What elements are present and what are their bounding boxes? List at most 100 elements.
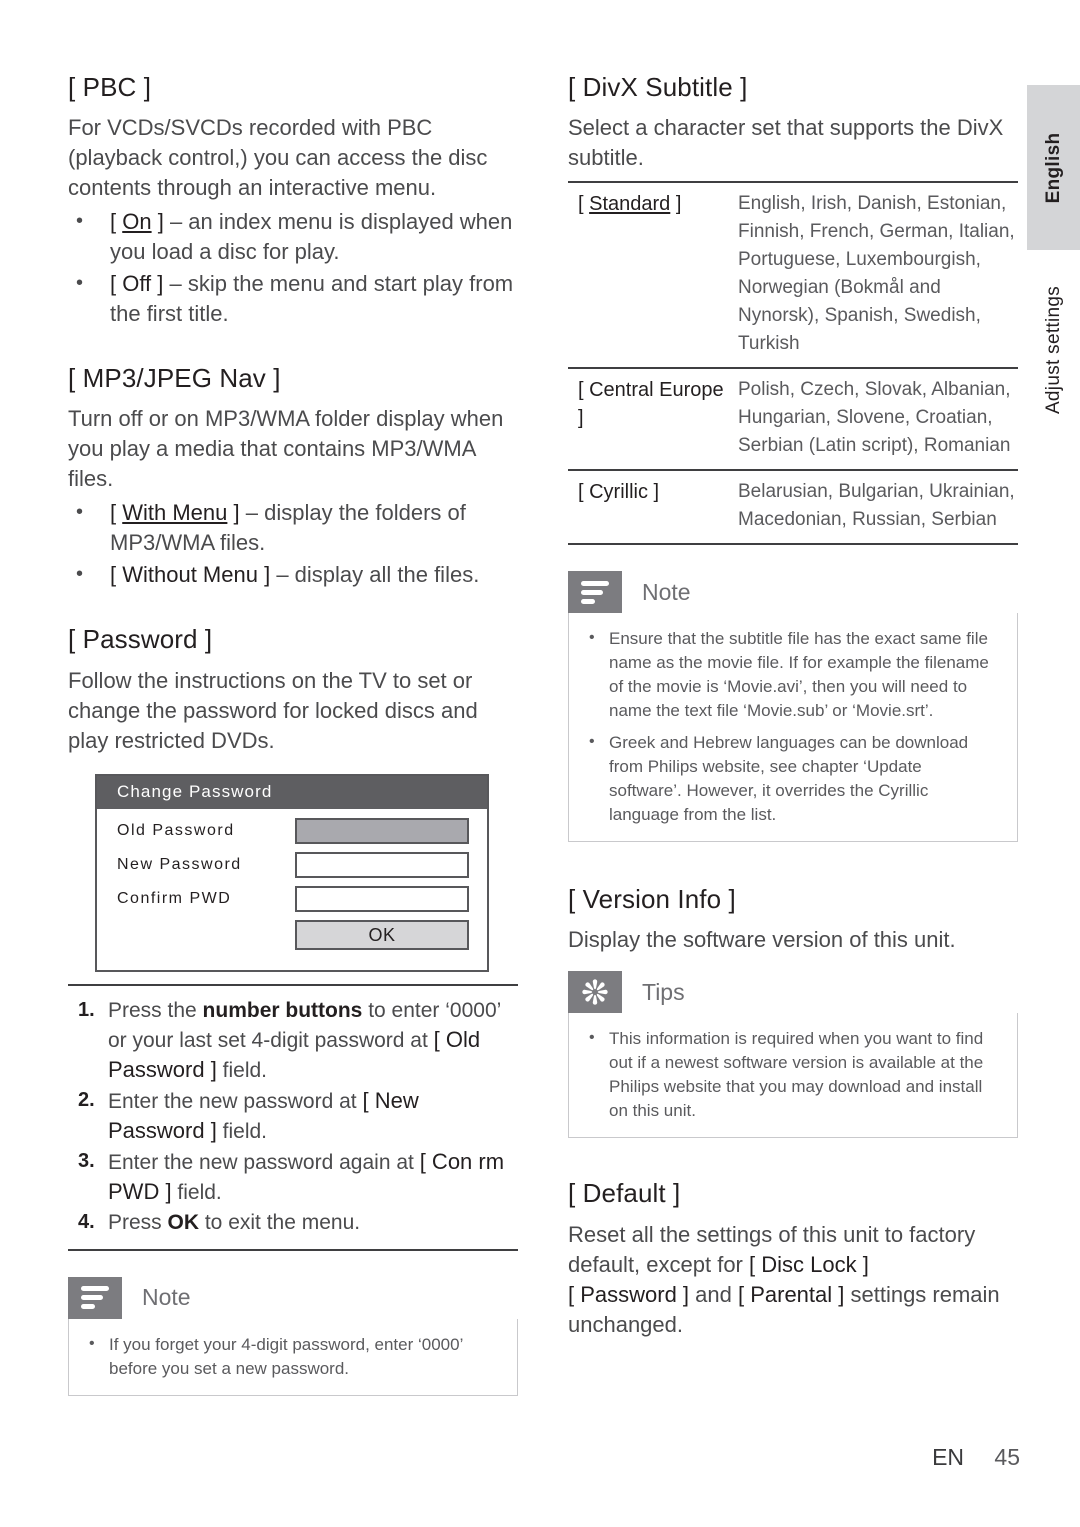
- character-set-table: [ Standard ] English, Irish, Danish, Est…: [568, 181, 1018, 545]
- callout-header: Note: [568, 571, 1018, 614]
- page-footer: EN 45: [0, 1444, 1080, 1471]
- footer-language-code: EN: [932, 1444, 965, 1470]
- dialog-row-old-password: Old Password: [117, 817, 469, 844]
- new-password-field[interactable]: [295, 851, 469, 878]
- step-text: Enter the new password again at: [108, 1150, 420, 1174]
- callout-header: Tips: [568, 971, 1018, 1014]
- charset-languages: Belarusian, Bulgarian, Ukrainian, Macedo…: [738, 481, 1015, 531]
- step-text: field.: [171, 1180, 222, 1204]
- list-item: Press OK to exit the menu.: [68, 1208, 518, 1237]
- pbc-intro-text: For VCDs/SVCDs recorded with PBC (playba…: [68, 115, 488, 201]
- section-heading-pbc: [ PBC ]: [68, 72, 152, 102]
- step-text: Enter the new password at: [108, 1089, 363, 1113]
- option-description: – skip the menu and start play from the …: [110, 271, 514, 327]
- callout-header: Note: [68, 1276, 518, 1319]
- bracket-token-disc-lock: [ Disc Lock ]: [749, 1251, 869, 1277]
- ok-button[interactable]: OK: [295, 919, 469, 950]
- note-icon: [568, 571, 622, 614]
- step-text: field.: [216, 1119, 268, 1143]
- field-label: Old Password: [117, 821, 235, 839]
- password-intro-text: Follow the instructions on the TV to set…: [68, 667, 478, 753]
- note-items: If you forget your 4-digit password, ent…: [81, 1332, 499, 1381]
- note-lines-icon: [581, 580, 609, 604]
- bracket-token-parental: [ Parental ]: [737, 1281, 845, 1307]
- dialog-row-confirm-pwd: Confirm PWD: [117, 885, 469, 912]
- list-item: This information is required when you wa…: [581, 1026, 999, 1123]
- section-heading-divx-subtitle: [ DivX Subtitle ]: [568, 72, 748, 102]
- callout-title: Tips: [642, 978, 685, 1005]
- divider: [68, 983, 518, 986]
- section-heading-password: [ Password ]: [68, 624, 213, 655]
- keyword-ok: OK: [167, 1210, 200, 1234]
- language-tab: English: [1027, 85, 1080, 250]
- step-text: Press the: [108, 998, 203, 1022]
- option-token-off: [ Off ]: [110, 271, 164, 297]
- list-item: Enter the new password again at [ Con rm…: [68, 1147, 518, 1207]
- chapter-tab-label: Adjust settings: [1042, 285, 1064, 414]
- list-item: [ On ] – an index menu is displayed when…: [68, 206, 518, 267]
- keyword-number-buttons: number buttons: [202, 998, 363, 1022]
- list-item: If you forget your 4-digit password, ent…: [81, 1332, 499, 1381]
- callout-body: If you forget your 4-digit password, ent…: [68, 1318, 518, 1396]
- mp3-jpeg-nav-option-list: [ With Menu ] – display the folders of M…: [68, 497, 518, 590]
- list-item: [ Off ] – skip the menu and start play f…: [68, 268, 518, 329]
- step-text: field.: [216, 1058, 268, 1082]
- list-item: Ensure that the subtitle file has the ex…: [581, 626, 999, 723]
- section-heading-default: [ Default ]: [568, 1178, 681, 1209]
- callout-body: This information is required when you wa…: [568, 1013, 1018, 1139]
- password-steps-list: Press the number buttons to enter ‘0000’…: [68, 996, 518, 1237]
- list-item: [ Without Menu ] – display all the files…: [68, 559, 518, 590]
- default-description-text: Reset all the settings of this unit to f…: [568, 1220, 1018, 1340]
- divider: [68, 1248, 518, 1251]
- change-password-dialog: Change Password Old Password New Passwor…: [95, 773, 489, 972]
- default-text-and: and: [689, 1281, 738, 1307]
- field-label: Confirm PWD: [117, 889, 232, 907]
- table-row: [ Central Europe ] Polish, Czech, Slovak…: [568, 368, 1018, 471]
- charset-languages: Polish, Czech, Slovak, Albanian, Hungari…: [738, 379, 1011, 457]
- language-tab-label: English: [1042, 132, 1064, 203]
- option-token-on: [ On ]: [110, 209, 164, 235]
- list-item: Press the number buttons to enter ‘0000’…: [68, 996, 518, 1085]
- field-label: New Password: [117, 855, 242, 873]
- manual-page: [ PBC ] For VCDs/SVCDs recorded with PBC…: [0, 0, 1080, 1527]
- old-password-field[interactable]: [295, 817, 469, 844]
- note-icon: [68, 1276, 122, 1319]
- callout-title: Note: [142, 1284, 191, 1311]
- mp3-jpeg-nav-intro-text: Turn off or on MP3/WMA folder display wh…: [68, 406, 504, 492]
- dialog-row-ok: OK: [117, 919, 469, 950]
- table-row: [ Standard ] English, Irish, Danish, Est…: [568, 182, 1018, 369]
- callout-body: Ensure that the subtitle file has the ex…: [568, 613, 1018, 843]
- version-info-intro-text: Display the software version of this uni…: [568, 927, 956, 953]
- option-token-without-menu: [ Without Menu ]: [110, 562, 271, 588]
- note-callout-password: Note If you forget your 4-digit password…: [68, 1276, 518, 1396]
- option-token-with-menu: [ With Menu ]: [110, 500, 240, 526]
- list-item: Greek and Hebrew languages can be downlo…: [581, 730, 999, 827]
- option-description: – display all the files.: [276, 562, 480, 588]
- divx-subtitle-intro-text: Select a character set that supports the…: [568, 115, 1004, 171]
- pbc-option-list: [ On ] – an index menu is displayed when…: [68, 206, 518, 329]
- charset-key-cyrillic: [ Cyrillic ]: [578, 481, 660, 504]
- list-item: Enter the new password at [ New Password…: [68, 1086, 518, 1146]
- section-heading-version-info: [ Version Info ]: [568, 884, 736, 915]
- left-column: [ PBC ] For VCDs/SVCDs recorded with PBC…: [68, 72, 518, 1396]
- charset-languages: English, Irish, Danish, Estonian, Finnis…: [738, 193, 1015, 355]
- note-callout-divx: Note Ensure that the subtitle file has t…: [568, 571, 1018, 843]
- step-text: Press: [108, 1210, 168, 1234]
- dialog-title: Change Password: [97, 775, 487, 809]
- bracket-token-password: [ Password ]: [568, 1281, 690, 1307]
- dialog-row-new-password: New Password: [117, 851, 469, 878]
- right-column: [ DivX Subtitle ] Select a character set…: [568, 72, 1018, 1344]
- callout-title: Note: [642, 578, 691, 605]
- confirm-pwd-field[interactable]: [295, 885, 469, 912]
- charset-key-standard: [ Standard ]: [578, 193, 682, 216]
- tips-asterisk-icon: [582, 979, 608, 1006]
- step-text: to exit the menu.: [199, 1210, 361, 1234]
- note-items: Ensure that the subtitle file has the ex…: [581, 626, 999, 827]
- list-item: [ With Menu ] – display the folders of M…: [68, 497, 518, 558]
- dialog-field-rows: Old Password New Password Confirm PWD OK: [97, 809, 487, 970]
- page-number: 45: [994, 1444, 1020, 1470]
- section-heading-mp3-jpeg-nav: [ MP3/JPEG Nav ]: [68, 363, 281, 394]
- tips-icon: [568, 971, 622, 1014]
- table-row: [ Cyrillic ] Belarusian, Bulgarian, Ukra…: [568, 470, 1018, 545]
- tips-items: This information is required when you wa…: [581, 1026, 999, 1123]
